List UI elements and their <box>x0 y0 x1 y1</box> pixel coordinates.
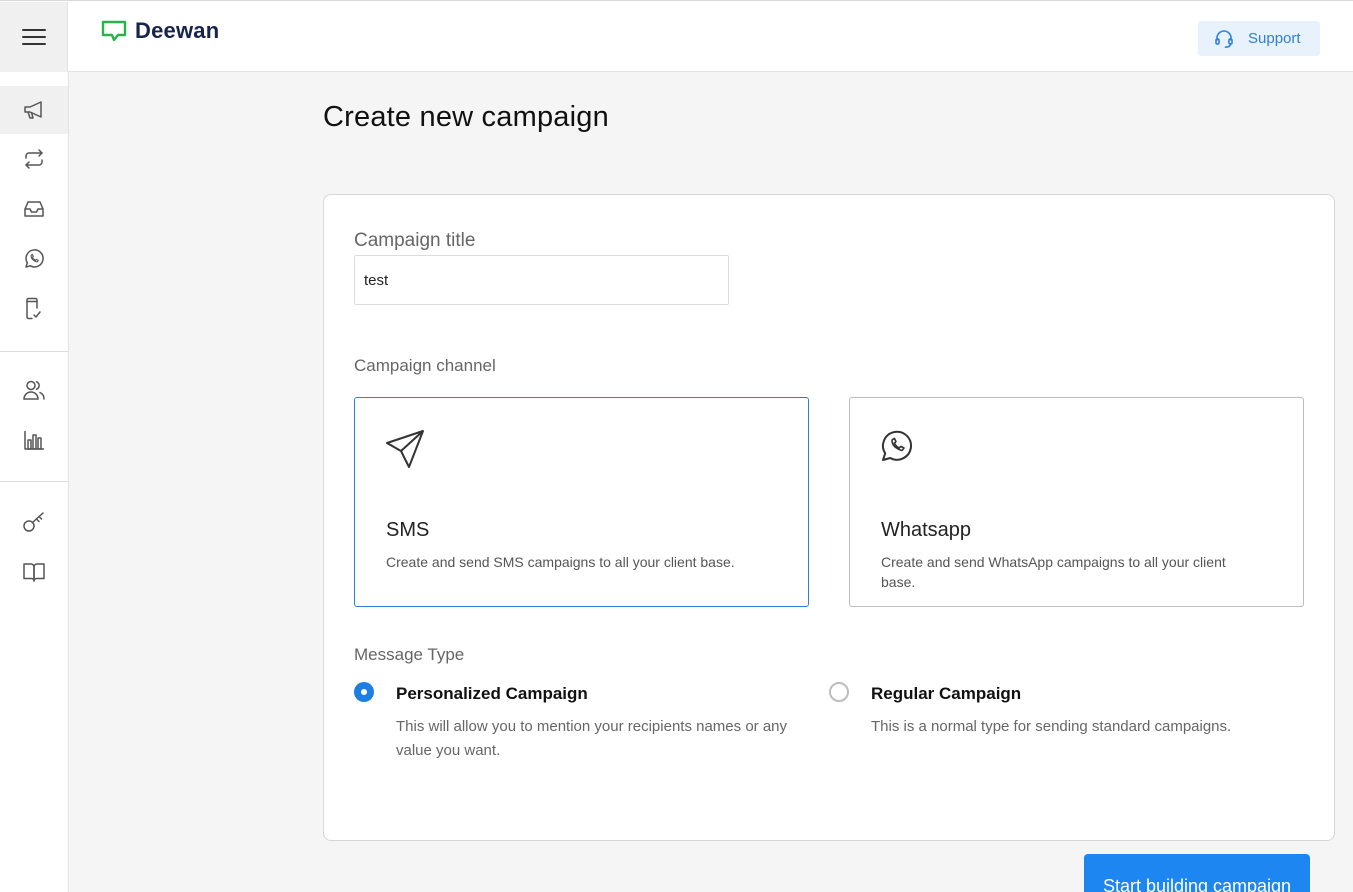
sidebar-item-campaigns[interactable] <box>0 86 68 134</box>
megaphone-icon <box>24 101 42 119</box>
headset-icon <box>1215 29 1233 48</box>
sidebar-item-contacts[interactable] <box>0 366 68 414</box>
phone-check-icon <box>26 297 41 320</box>
channel-title: SMS <box>386 519 430 541</box>
users-icon <box>23 380 45 400</box>
whatsapp-icon <box>882 430 912 461</box>
channel-description: Create and send WhatsApp campaigns to al… <box>881 554 1226 590</box>
top-bar: Deewan Support <box>0 0 1353 72</box>
book-icon <box>23 563 45 582</box>
send-icon <box>386 430 424 468</box>
regular-campaign-title[interactable]: Regular Campaign <box>871 684 1021 704</box>
personalized-campaign-title[interactable]: Personalized Campaign <box>396 684 588 704</box>
message-type-label: Message Type <box>354 645 465 664</box>
channel-description: Create and send SMS campaigns to all you… <box>386 554 735 570</box>
brand-name: Deewan <box>135 18 220 43</box>
channel-option-sms[interactable]: SMS Create and send SMS campaigns to all… <box>354 397 809 607</box>
sidebar <box>0 72 69 892</box>
campaign-title-label: Campaign title <box>354 230 476 251</box>
hamburger-icon <box>21 29 46 45</box>
support-label: Support <box>1248 30 1301 47</box>
whatsapp-icon <box>25 249 44 268</box>
campaign-title-input[interactable] <box>354 255 729 305</box>
regular-campaign-radio[interactable] <box>829 682 849 702</box>
menu-button[interactable] <box>0 2 68 72</box>
sidebar-item-inbox[interactable] <box>0 185 68 233</box>
support-button[interactable]: Support <box>1198 21 1320 56</box>
channel-icon <box>385 429 425 474</box>
personalized-campaign-radio[interactable] <box>354 682 374 702</box>
sidebar-item-automation[interactable] <box>0 135 68 183</box>
repeat-icon <box>25 149 43 169</box>
campaign-channel-label: Campaign channel <box>354 356 496 375</box>
campaign-form-card: Campaign title Campaign channel SMS Crea… <box>323 194 1335 841</box>
sidebar-item-verify[interactable] <box>0 285 68 333</box>
channel-icon <box>880 429 914 468</box>
bar-chart-icon <box>24 431 44 450</box>
channel-title: Whatsapp <box>881 519 972 541</box>
sidebar-item-reports[interactable] <box>0 416 68 464</box>
sidebar-divider <box>0 481 68 482</box>
brand-logo[interactable]: Deewan <box>101 18 219 44</box>
sidebar-item-docs[interactable] <box>0 548 68 596</box>
sidebar-item-whatsapp[interactable] <box>0 235 68 283</box>
chat-bubble-logo-icon <box>101 20 127 42</box>
regular-campaign-description: This is a normal type for sending standa… <box>871 718 1232 735</box>
sidebar-divider <box>0 351 68 352</box>
channel-option-whatsapp[interactable]: Whatsapp Create and send WhatsApp campai… <box>849 397 1304 607</box>
inbox-icon <box>24 201 44 217</box>
sidebar-item-api-keys[interactable] <box>0 498 68 546</box>
start-building-campaign-button[interactable]: Start building campaign <box>1084 854 1310 892</box>
personalized-campaign-description: This will allow you to mention your reci… <box>396 718 788 759</box>
key-icon <box>23 512 44 532</box>
page-title: Create new campaign <box>323 101 609 133</box>
